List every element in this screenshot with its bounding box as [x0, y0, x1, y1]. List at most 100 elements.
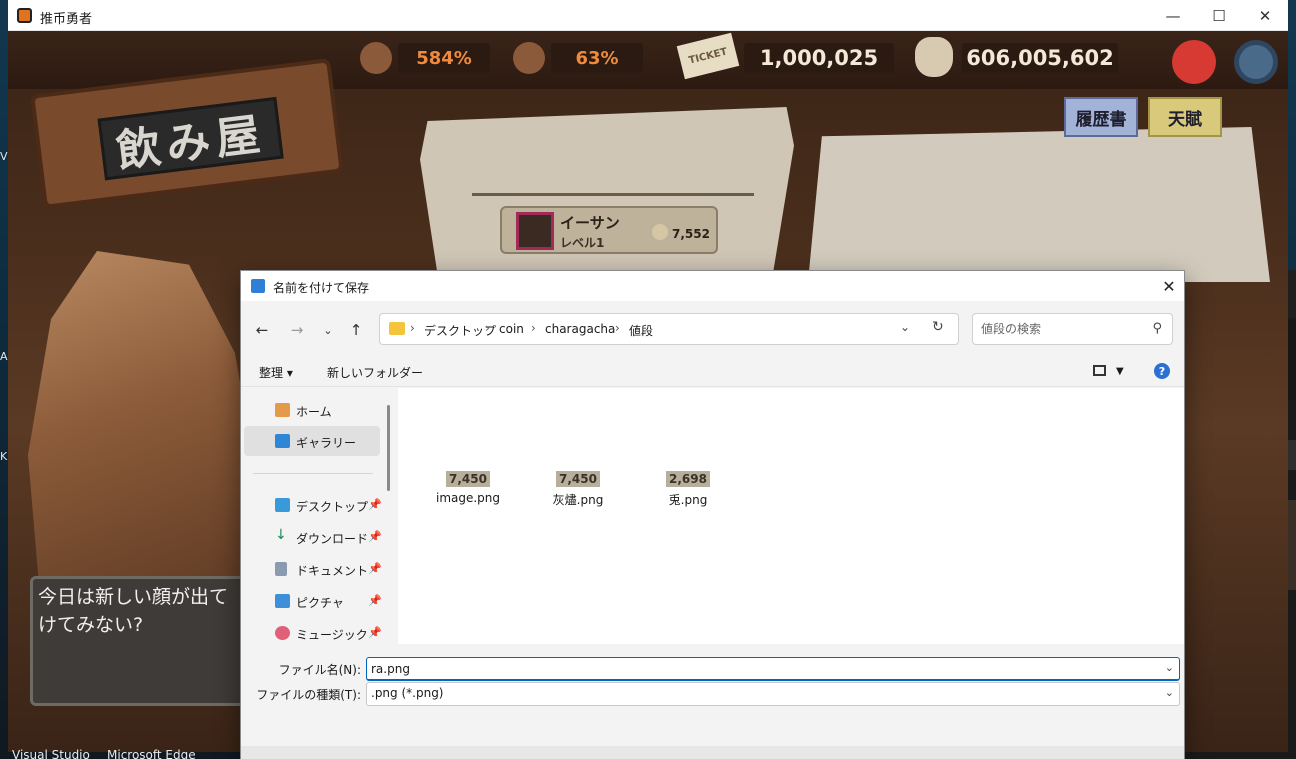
desktop-edge-text: V: [0, 150, 8, 163]
coin-bag-icon: [652, 224, 668, 240]
file-item[interactable]: 7,450 灰燼.png: [536, 471, 620, 508]
file-name: 灰燼.png: [552, 493, 604, 507]
breadcrumb-item[interactable]: charagacha: [545, 322, 615, 336]
file-thumbnail: 2,698: [666, 471, 710, 487]
filetype-label: ファイルの種類(T):: [256, 688, 361, 702]
pin-icon: 📌: [368, 530, 382, 543]
sidebar-item-desktop[interactable]: デスクトップ 📌: [244, 490, 382, 520]
chevron-down-icon[interactable]: ⌄: [900, 320, 910, 334]
breadcrumb-item[interactable]: coin: [499, 322, 524, 336]
back-arrow-icon[interactable]: [1172, 40, 1216, 84]
desktop-edge-text: K: [0, 450, 8, 463]
up-icon[interactable]: ↑: [345, 319, 367, 341]
view-icon[interactable]: [1093, 365, 1106, 376]
dialog-title: 名前を付けて保存: [273, 281, 370, 295]
ticket-icon: TICKET: [676, 32, 740, 80]
tab-talent[interactable]: 天賦: [1148, 97, 1222, 137]
pin-icon: 📌: [368, 562, 382, 575]
game-titlebar: 推币勇者 — ☐ ✕: [8, 0, 1288, 31]
app-icon: [17, 8, 32, 23]
chevron-down-icon[interactable]: ⌄: [1165, 661, 1174, 674]
coin-bag-icon: [915, 37, 953, 77]
file-name: image.png: [435, 491, 501, 505]
sidebar-item-home[interactable]: ホーム: [244, 395, 380, 425]
file-thumbnail: 7,450: [556, 471, 600, 487]
command-bar: 整理 ▾ 新しいフォルダー ▼ ?: [241, 357, 1184, 387]
new-folder-button[interactable]: 新しいフォルダー: [327, 364, 423, 381]
filename-field[interactable]: ⌄: [366, 657, 1180, 681]
chevron-right-icon: ›: [615, 321, 620, 335]
sidebar-item-gallery[interactable]: ギャラリー: [244, 426, 380, 456]
music-icon: [275, 626, 290, 640]
sidebar-scrollbar[interactable]: [387, 405, 390, 491]
search-box[interactable]: ⚲: [972, 313, 1173, 345]
money-bag-icon: [513, 42, 545, 74]
pictures-icon: [275, 594, 290, 608]
gear-icon[interactable]: [1234, 40, 1278, 84]
sign-title: 飲み屋: [97, 96, 284, 181]
sidebar-item-label: ダウンロード: [296, 532, 369, 546]
detail-panel: [808, 127, 1270, 282]
pin-icon: 📌: [368, 498, 382, 511]
organize-button[interactable]: 整理 ▾: [259, 364, 293, 381]
sidebar-item-label: ホーム: [296, 405, 332, 419]
gallery-icon: [275, 434, 290, 448]
chevron-right-icon: ›: [531, 321, 536, 335]
close-icon[interactable]: ✕: [1242, 0, 1288, 31]
folder-icon: [389, 322, 405, 335]
maximize-icon[interactable]: ☐: [1196, 0, 1242, 31]
close-icon[interactable]: ✕: [1154, 271, 1184, 301]
search-input[interactable]: [981, 320, 1141, 338]
chevron-right-icon: ›: [410, 321, 415, 335]
sidebar-item-documents[interactable]: ドキュメント 📌: [244, 554, 382, 584]
dialog-app-icon: [251, 279, 265, 293]
character-portrait: [516, 212, 554, 250]
refresh-icon[interactable]: ↻: [932, 319, 944, 335]
sidebar-item-pictures[interactable]: ピクチャ 📌: [244, 586, 382, 616]
sidebar-item-label: ドキュメント: [296, 564, 369, 578]
desktop-edge-text: A: [0, 350, 8, 363]
forward-icon[interactable]: →: [286, 319, 308, 341]
filetype-select[interactable]: .png (*.png) ⌄: [366, 682, 1180, 706]
sidebar-item-label: ピクチャ: [296, 596, 344, 610]
taskbar-item[interactable]: Visual Studio: [12, 748, 90, 759]
character-level: レベル1: [560, 236, 605, 250]
document-icon: [275, 562, 287, 576]
download-icon: ↓: [275, 527, 287, 543]
pin-icon: 📌: [368, 594, 382, 607]
stat1-value: 584%: [398, 43, 490, 73]
bartender-character: [28, 251, 258, 591]
tab-history[interactable]: 履歴書: [1064, 97, 1138, 137]
stat1-icon: [360, 42, 392, 74]
navigation-pane: ホーム ギャラリー デスクトップ 📌 ↓ ダウンロード 📌 ドキュメント 📌 ピ…: [241, 388, 398, 644]
sidebar-item-downloads[interactable]: ↓ ダウンロード 📌: [244, 522, 382, 552]
search-icon[interactable]: ⚲: [1152, 321, 1162, 336]
stat2-value: 63%: [551, 43, 643, 73]
character-name: イーサン: [560, 214, 620, 232]
filetype-value: .png (*.png): [371, 686, 444, 700]
save-dialog: 名前を付けて保存 ✕ ← → ⌄ ↑ › デスクトップ › coin › cha…: [240, 270, 1185, 759]
desktop-icon: [275, 498, 290, 512]
taskbar-item[interactable]: Microsoft Edge: [107, 748, 196, 759]
breadcrumb-item[interactable]: 値段: [629, 322, 653, 339]
sidebar-item-label: ギャラリー: [296, 436, 357, 450]
file-name: 兎.png: [668, 493, 708, 507]
recent-locations-chevron-icon[interactable]: ⌄: [317, 319, 339, 341]
file-item[interactable]: 2,698 兎.png: [646, 471, 730, 508]
file-item[interactable]: 7,450 image.png: [426, 471, 510, 505]
character-card[interactable]: イーサン レベル1 7,552: [500, 206, 718, 254]
navigation-bar: ← → ⌄ ↑ › デスクトップ › coin › charagacha › 値…: [241, 301, 1184, 357]
chevron-down-icon[interactable]: ⌄: [1165, 686, 1174, 699]
address-bar[interactable]: › デスクトップ › coin › charagacha › 値段 ⌄ ↻: [379, 313, 959, 345]
home-icon: [275, 403, 290, 417]
view-options-chevron-icon[interactable]: ▼: [1116, 366, 1124, 377]
chevron-right-icon: ›: [485, 321, 490, 335]
tickets-value: 1,000,025: [744, 43, 894, 73]
panel-divider: [472, 193, 754, 196]
help-icon[interactable]: ?: [1154, 363, 1170, 379]
filename-input[interactable]: [371, 661, 1151, 677]
minimize-icon[interactable]: —: [1150, 0, 1196, 31]
back-icon[interactable]: ←: [251, 319, 273, 341]
game-window-title: 推币勇者: [40, 12, 93, 27]
save-options: ファイル名(N): ⌄ ファイルの種類(T): .png (*.png) ⌄: [241, 644, 1184, 759]
